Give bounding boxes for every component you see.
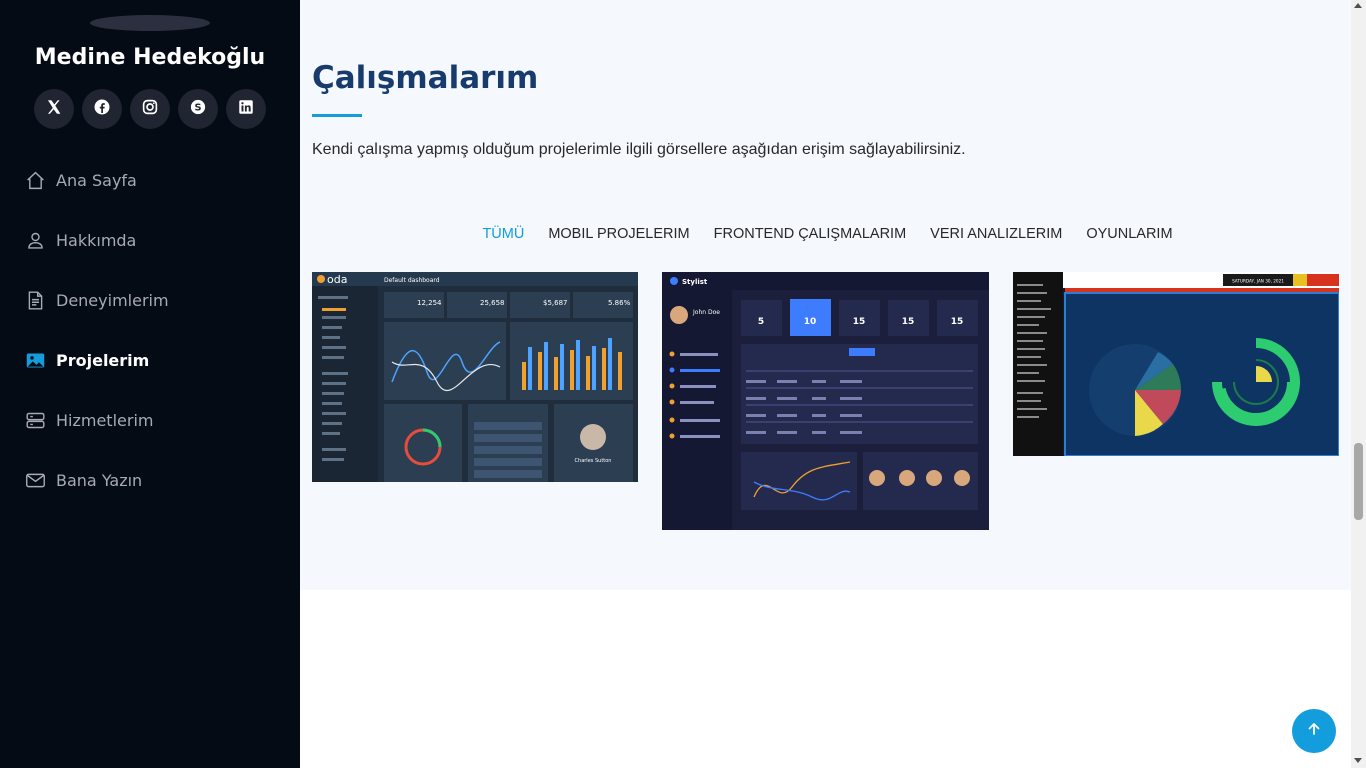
title-underline <box>312 114 362 117</box>
svg-text:5.86%: 5.86% <box>608 299 631 307</box>
svg-text:S: S <box>194 102 201 113</box>
filter-all[interactable]: TÜMÜ <box>482 226 524 242</box>
svg-text:Charles Sutton: Charles Sutton <box>575 458 612 464</box>
scroll-down-arrow-icon[interactable] <box>1354 758 1362 763</box>
svg-text:Stylist: Stylist <box>682 278 708 286</box>
person-icon <box>24 229 46 251</box>
images-icon <box>24 349 46 371</box>
instagram-icon <box>141 98 159 121</box>
section-description: Kendi çalışma yapmış olduğum projeleriml… <box>312 141 966 158</box>
data-analytics-dashboard-screenshot[interactable]: SATURDAY, JAN 30, 2021 <box>1013 272 1339 456</box>
svg-text:John Doe: John Doe <box>692 309 720 316</box>
server-icon <box>24 409 46 431</box>
filter-data-analysis[interactable]: VERI ANALIZLERIM <box>930 226 1062 242</box>
section-title: Çalışmalarım <box>312 60 539 96</box>
sidebar-item-label: Bana Yazın <box>56 470 143 490</box>
admin-dashboard-screenshot[interactable]: oda Default dashboard 12,254 25,658 $5,6… <box>312 272 638 482</box>
file-text-icon <box>24 289 46 311</box>
social-links: S <box>34 89 266 129</box>
svg-text:5: 5 <box>758 317 764 327</box>
filter-mobile[interactable]: MOBIL PROJELERIM <box>548 226 689 242</box>
x-twitter-icon <box>45 98 63 121</box>
sidebar-item-hizmetlerim[interactable]: Hizmetlerim <box>0 390 300 450</box>
sidebar-item-bana-yazin[interactable]: Bana Yazın <box>0 450 300 510</box>
linkedin-icon <box>237 98 255 121</box>
sidebar: Medine Hedekoğlu S Ana Sayfa Hakkımda De… <box>0 0 300 768</box>
sidebar-item-label: Hakkımda <box>56 230 137 250</box>
scrollbar-thumb[interactable] <box>1354 443 1363 520</box>
vertical-scrollbar[interactable] <box>1351 0 1366 768</box>
portfolio-section: Çalışmalarım Kendi çalışma yapmış olduğu… <box>300 0 1351 590</box>
linkedin-link[interactable] <box>226 89 266 129</box>
skype-link[interactable]: S <box>178 89 218 129</box>
svg-text:15: 15 <box>902 317 915 327</box>
filter-frontend[interactable]: FRONTEND ÇALIŞMALARIM <box>714 226 907 242</box>
svg-text:10: 10 <box>804 317 817 327</box>
sidebar-item-ana-sayfa[interactable]: Ana Sayfa <box>0 150 300 210</box>
facebook-icon <box>93 98 111 121</box>
sidebar-item-label: Hizmetlerim <box>56 410 154 430</box>
scroll-up-arrow-icon[interactable] <box>1354 3 1362 8</box>
profile-avatar <box>90 15 210 31</box>
sidebar-item-label: Ana Sayfa <box>56 170 137 190</box>
sidebar-nav: Ana Sayfa Hakkımda Deneyimlerim Projeler… <box>0 150 300 510</box>
svg-text:12,254: 12,254 <box>417 299 442 307</box>
sidebar-item-label: Projelerim <box>56 350 150 370</box>
filter-games[interactable]: OYUNLARIM <box>1086 226 1172 242</box>
svg-text:SATURDAY, JAN 30, 2021: SATURDAY, JAN 30, 2021 <box>1232 279 1284 284</box>
svg-text:oda: oda <box>327 273 347 286</box>
profile-name: Medine Hedekoğlu <box>34 45 266 70</box>
arrow-up-icon <box>1306 721 1322 742</box>
envelope-icon <box>24 469 46 491</box>
svg-text:15: 15 <box>853 317 866 327</box>
x-twitter-link[interactable] <box>34 89 74 129</box>
svg-text:Default dashboard: Default dashboard <box>384 277 440 284</box>
sidebar-item-hakkimda[interactable]: Hakkımda <box>0 210 300 270</box>
instagram-link[interactable] <box>130 89 170 129</box>
sidebar-item-label: Deneyimlerim <box>56 290 169 310</box>
house-icon <box>24 169 46 191</box>
svg-text:15: 15 <box>951 317 964 327</box>
page-footer-area <box>300 590 1351 768</box>
stylist-dashboard-screenshot[interactable]: Stylist John Doe 5 10 15 15 15 <box>662 272 989 530</box>
sidebar-item-projelerim[interactable]: Projelerim <box>0 330 300 390</box>
svg-text:$5,687: $5,687 <box>543 299 568 307</box>
back-to-top-button[interactable] <box>1292 709 1336 753</box>
svg-text:25,658: 25,658 <box>480 299 505 307</box>
facebook-link[interactable] <box>82 89 122 129</box>
sidebar-item-deneyimlerim[interactable]: Deneyimlerim <box>0 270 300 330</box>
skype-icon: S <box>189 98 207 121</box>
portfolio-filters: TÜMÜ MOBIL PROJELERIM FRONTEND ÇALIŞMALA… <box>300 226 1351 242</box>
